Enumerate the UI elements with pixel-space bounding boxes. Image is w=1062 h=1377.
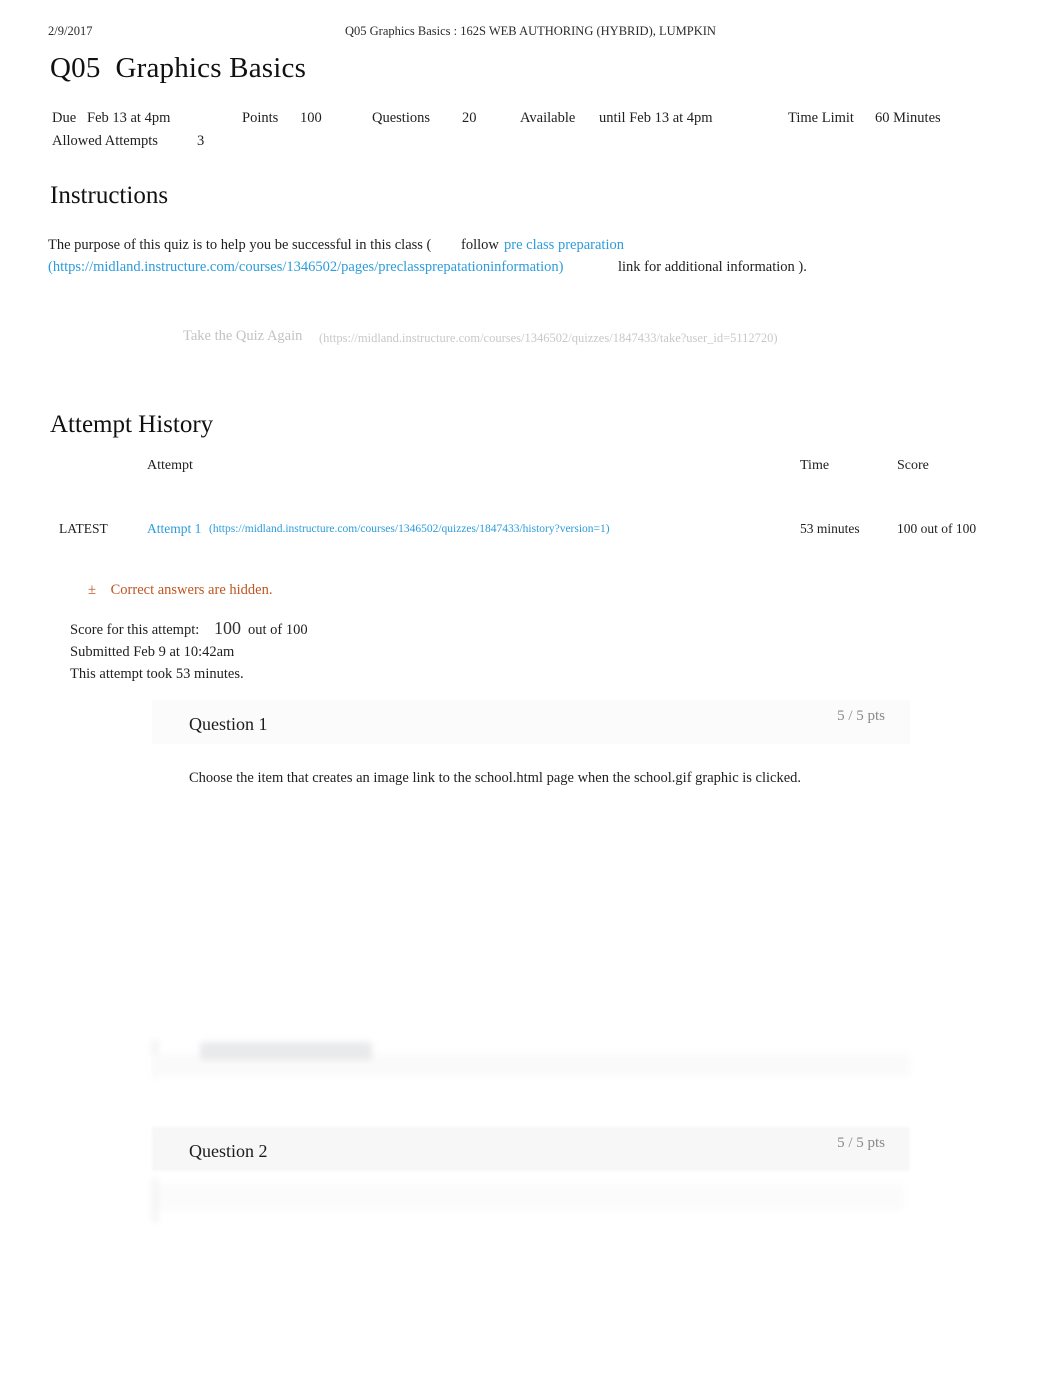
table-row: LATEST Attempt 1 (https://midland.instru… <box>52 489 1012 536</box>
attempt-1-link[interactable]: Attempt 1 <box>147 521 201 537</box>
quiz-metadata: Due Feb 13 at 4pm Points 100 Questions 2… <box>52 107 1012 153</box>
question-1-body: Choose the item that creates an image li… <box>152 744 910 786</box>
instructions-body: The purpose of this quiz is to help you … <box>48 234 1028 278</box>
answers-redacted-chip <box>200 1042 372 1060</box>
question-block-2: Question 2 5 / 5 pts <box>152 1127 910 1171</box>
attempt-history-heading: Attempt History <box>50 411 214 438</box>
question-1-points: 5 / 5 pts <box>837 708 885 724</box>
print-date: 2/9/2017 <box>48 24 93 38</box>
attempt-1-url[interactable]: (https://midland.instructure.com/courses… <box>209 523 610 535</box>
attempt-time-value: 53 minutes <box>800 521 860 536</box>
points-value: 100 <box>300 110 322 126</box>
attempt-score-value: 100 out of 100 <box>897 521 977 536</box>
question-2-header: Question 2 5 / 5 pts <box>152 1127 910 1171</box>
column-header-score: Score <box>897 458 929 473</box>
quiz-metadata-row-primary: Due Feb 13 at 4pm Points 100 Questions 2… <box>52 107 1012 130</box>
score-for-attempt-value: 100 <box>214 618 241 638</box>
quiz-metadata-row-secondary: Allowed Attempts 3 <box>52 130 1012 153</box>
correct-answers-hidden-text: Correct answers are hidden. <box>110 582 273 598</box>
instructions-line-2: (https://midland.instructure.com/courses… <box>48 256 1028 278</box>
attempt-history-header-row: Attempt Time Score <box>52 458 1012 489</box>
question-2-title: Question 2 <box>189 1141 268 1161</box>
plus-minus-icon: ± <box>88 582 96 598</box>
available-label: Available <box>520 110 576 126</box>
allowed-attempts-label: Allowed Attempts <box>52 133 158 149</box>
instructions-follow-word: follow <box>461 237 499 253</box>
questions-label: Questions <box>372 110 430 126</box>
submitted-text: Submitted Feb 9 at 10:42am <box>70 644 235 660</box>
score-for-attempt-out-of: out of 100 <box>248 622 308 638</box>
due-label: Due <box>52 110 77 126</box>
question-1-header: Question 1 5 / 5 pts <box>152 700 910 744</box>
question-1-answers-blurred <box>152 1040 910 1080</box>
column-header-time: Time <box>800 458 830 473</box>
score-for-attempt-label: Score for this attempt: <box>70 622 200 638</box>
attempt-duration-text: This attempt took 53 minutes. <box>70 666 244 682</box>
questions-value: 20 <box>462 110 477 126</box>
print-header: 2/9/2017 Q05 Graphics Basics : 162S WEB … <box>0 24 1062 42</box>
due-value: Feb 13 at 4pm <box>87 110 171 126</box>
take-quiz-again-url[interactable]: (https://midland.instructure.com/courses… <box>319 331 778 346</box>
column-header-attempt: Attempt <box>147 458 193 473</box>
latest-badge: LATEST <box>59 521 108 536</box>
instructions-text-after: link for additional information ). <box>618 259 807 275</box>
instructions-text-before: The purpose of this quiz is to help you … <box>48 237 432 253</box>
question-1-title: Question 1 <box>189 714 268 734</box>
answers-2-bar <box>158 1184 904 1210</box>
question-block-1: Question 1 5 / 5 pts Choose the item tha… <box>152 700 910 786</box>
instructions-heading: Instructions <box>50 182 169 209</box>
attempt-history-table: Attempt Time Score LATEST Attempt 1 (htt… <box>52 458 1012 536</box>
take-quiz-again-link[interactable]: Take the Quiz Again <box>183 328 302 345</box>
instructions-line-1: The purpose of this quiz is to help you … <box>48 234 1028 256</box>
question-1-text: Choose the item that creates an image li… <box>189 770 802 786</box>
question-2-answers-blurred <box>152 1178 910 1222</box>
points-label: Points <box>242 110 279 126</box>
time-limit-value: 60 Minutes <box>875 110 941 126</box>
question-2-points: 5 / 5 pts <box>837 1135 885 1151</box>
pre-class-preparation-link[interactable]: pre class preparation <box>504 234 624 256</box>
take-quiz-again-block[interactable]: Take the Quiz Again (https://midland.ins… <box>183 328 943 362</box>
allowed-attempts-value: 3 <box>197 133 205 149</box>
correct-answers-hidden-notice: ± Correct answers are hidden. <box>84 582 272 599</box>
available-value: until Feb 13 at 4pm <box>599 110 713 126</box>
pre-class-preparation-url[interactable]: (https://midland.instructure.com/courses… <box>48 256 563 278</box>
page-title: Q05 Graphics Basics <box>50 52 307 84</box>
print-page-title: Q05 Graphics Basics : 162S WEB AUTHORING… <box>345 24 716 38</box>
time-limit-label: Time Limit <box>788 110 854 126</box>
